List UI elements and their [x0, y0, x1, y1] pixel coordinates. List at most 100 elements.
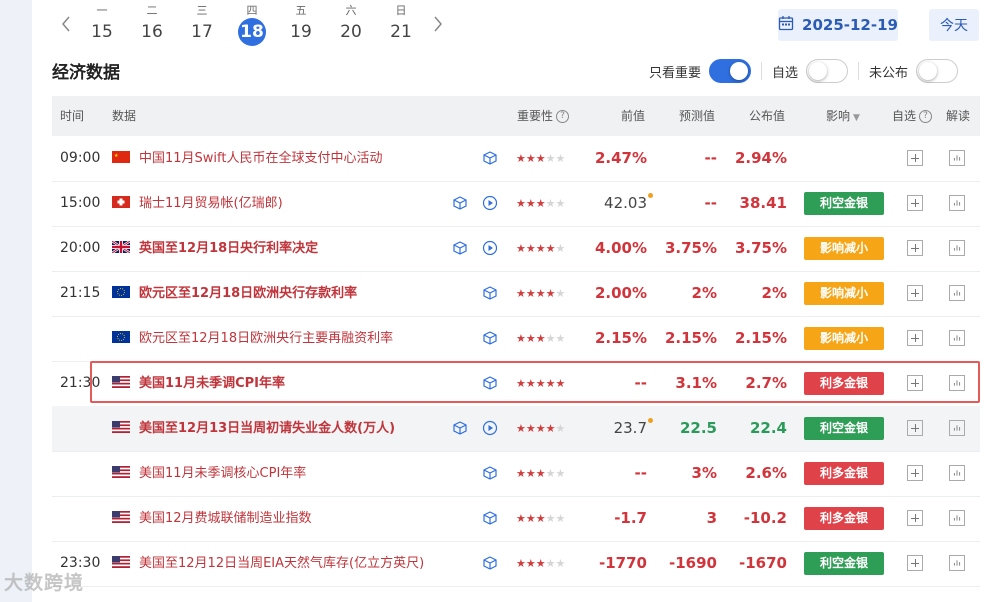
explain-chart-icon[interactable]	[949, 555, 965, 571]
importance-stars: ★★★★★	[516, 152, 566, 165]
add-watch-button[interactable]	[907, 420, 923, 436]
watermark: 大数跨境	[4, 572, 85, 594]
col-previous: 前值	[621, 109, 646, 123]
section-title: 经济数据	[52, 63, 120, 83]
sort-caret-icon: ▼	[853, 113, 860, 123]
cube-icon[interactable]	[482, 150, 498, 166]
col-importance[interactable]: 重要性?	[517, 96, 570, 136]
add-watch-button[interactable]	[907, 150, 923, 166]
table-row[interactable]: 美国至12月13日当周初请失业金人数(万人) ★★★★★ 23.7 22.5 2…	[52, 406, 980, 452]
previous-value: 2.47%	[594, 149, 647, 167]
play-video-icon[interactable]	[482, 240, 498, 256]
day-sun[interactable]: 日 21	[381, 4, 421, 44]
us-flag-icon	[112, 511, 130, 523]
previous-value: 2.00%	[594, 284, 647, 302]
table-row[interactable]: 15:00 瑞士11月贸易帐(亿瑞郎) ★★★★★ 42.03 -- 38.41…	[52, 181, 980, 227]
explain-chart-icon[interactable]	[949, 420, 965, 436]
divider	[858, 62, 860, 80]
add-watch-button[interactable]	[907, 465, 923, 481]
self-selected-toggle[interactable]	[806, 59, 849, 83]
help-icon[interactable]: ?	[919, 110, 933, 123]
important-only-toggle[interactable]	[709, 59, 752, 83]
day-thu-selected[interactable]: 四 18	[232, 4, 272, 46]
date-picker-button[interactable]: 2025-12-19	[778, 9, 898, 41]
explain-chart-icon[interactable]	[949, 465, 965, 481]
cube-icon[interactable]	[452, 240, 468, 256]
explain-chart-icon[interactable]	[949, 150, 965, 166]
cube-icon[interactable]	[482, 330, 498, 346]
cube-icon[interactable]	[482, 285, 498, 301]
col-impact[interactable]: 影响 ▼	[826, 96, 860, 138]
cube-icon[interactable]	[452, 195, 468, 211]
day-mon[interactable]: 一 15	[82, 4, 122, 44]
explain-chart-icon[interactable]	[949, 195, 965, 211]
event-name[interactable]: 欧元区至12月18日欧洲央行存款利率	[139, 271, 357, 316]
published-value: 2%	[761, 284, 787, 302]
impact-badge: 利多金银	[804, 372, 884, 395]
importance-stars: ★★★★★	[516, 332, 566, 345]
previous-value: 4.00%	[594, 239, 647, 257]
unpublished-toggle[interactable]	[916, 59, 959, 83]
table-row[interactable]: 09:00 ★ 中国11月Swift人民币在全球支付中心活动 ★★★★★ 2.4…	[52, 136, 980, 182]
add-watch-button[interactable]	[907, 285, 923, 301]
published-value: 3.75%	[734, 239, 787, 257]
calendar-icon	[778, 15, 794, 35]
weekday-label: 三	[196, 4, 208, 17]
play-video-icon[interactable]	[482, 420, 498, 436]
previous-value: 42.03	[604, 194, 647, 212]
cube-icon[interactable]	[452, 420, 468, 436]
importance-stars: ★★★★★	[516, 197, 566, 210]
day-tue[interactable]: 二 16	[132, 4, 172, 44]
revised-dot	[648, 193, 653, 198]
table-row-highlighted[interactable]: 21:30 美国11月未季调CPI年率 ★★★★★ -- 3.1% 2.7% 利…	[52, 361, 980, 407]
col-data: 数据	[112, 109, 137, 123]
table-row[interactable]: 欧元区至12月18日欧洲央行主要再融资利率 ★★★★★ 2.15% 2.15% …	[52, 316, 980, 362]
add-watch-button[interactable]	[907, 330, 923, 346]
event-name[interactable]: 美国12月费城联储制造业指数	[139, 496, 312, 541]
eu-flag-icon	[112, 286, 130, 298]
day-sat[interactable]: 六 20	[331, 4, 371, 44]
event-name[interactable]: 英国至12月18日央行利率决定	[139, 226, 318, 271]
add-watch-button[interactable]	[907, 240, 923, 256]
previous-value: -1770	[599, 554, 647, 572]
table-row[interactable]: 美国12月费城联储制造业指数 ★★★★★ -1.7 3 -10.2 利多金银	[52, 496, 980, 542]
cube-icon[interactable]	[482, 510, 498, 526]
published-value: 2.6%	[745, 464, 787, 482]
event-name[interactable]: 美国至12月13日当周初请失业金人数(万人)	[139, 406, 395, 451]
event-name[interactable]: 中国11月Swift人民币在全球支付中心活动	[139, 136, 382, 181]
add-watch-button[interactable]	[907, 375, 923, 391]
event-name[interactable]: 瑞士11月贸易帐(亿瑞郎)	[139, 181, 283, 226]
add-watch-button[interactable]	[907, 510, 923, 526]
event-name[interactable]: 美国至12月12日当周EIA天然气库存(亿立方英尺)	[139, 541, 424, 586]
table-row[interactable]: 美国11月未季调核心CPI年率 ★★★★★ -- 3% 2.6% 利多金银	[52, 451, 980, 497]
help-icon[interactable]: ?	[556, 110, 570, 123]
explain-chart-icon[interactable]	[949, 375, 965, 391]
explain-chart-icon[interactable]	[949, 330, 965, 346]
add-watch-button[interactable]	[907, 555, 923, 571]
event-name[interactable]: 欧元区至12月18日欧洲央行主要再融资利率	[139, 316, 393, 361]
cube-icon[interactable]	[482, 555, 498, 571]
cube-icon[interactable]	[482, 465, 498, 481]
table-row[interactable]: 23:30 美国至12月12日当周EIA天然气库存(亿立方英尺) ★★★★★ -…	[52, 541, 980, 587]
importance-stars: ★★★★★	[516, 422, 566, 435]
next-week-arrow-icon[interactable]	[430, 12, 446, 36]
weekday-label: 四	[246, 4, 258, 17]
self-selected-label: 自选	[772, 65, 799, 81]
published-value: 2.94%	[734, 149, 787, 167]
table-row[interactable]: 21:15 欧元区至12月18日欧洲央行存款利率 ★★★★★ 2.00% 2% …	[52, 271, 980, 317]
add-watch-button[interactable]	[907, 195, 923, 211]
table-row[interactable]: 20:00 英国至12月18日央行利率决定 ★★★★★ 4.00% 3.75% …	[52, 226, 980, 272]
prev-week-arrow-icon[interactable]	[58, 12, 74, 36]
event-name[interactable]: 美国11月未季调核心CPI年率	[139, 451, 306, 496]
day-wed[interactable]: 三 17	[182, 4, 222, 44]
previous-value: --	[634, 464, 647, 482]
importance-stars: ★★★★★	[516, 242, 566, 255]
cube-icon[interactable]	[482, 375, 498, 391]
play-video-icon[interactable]	[482, 195, 498, 211]
day-fri[interactable]: 五 19	[281, 4, 321, 44]
explain-chart-icon[interactable]	[949, 510, 965, 526]
explain-chart-icon[interactable]	[949, 240, 965, 256]
event-name[interactable]: 美国11月未季调CPI年率	[139, 361, 285, 406]
explain-chart-icon[interactable]	[949, 285, 965, 301]
today-button[interactable]: 今天	[929, 9, 979, 41]
